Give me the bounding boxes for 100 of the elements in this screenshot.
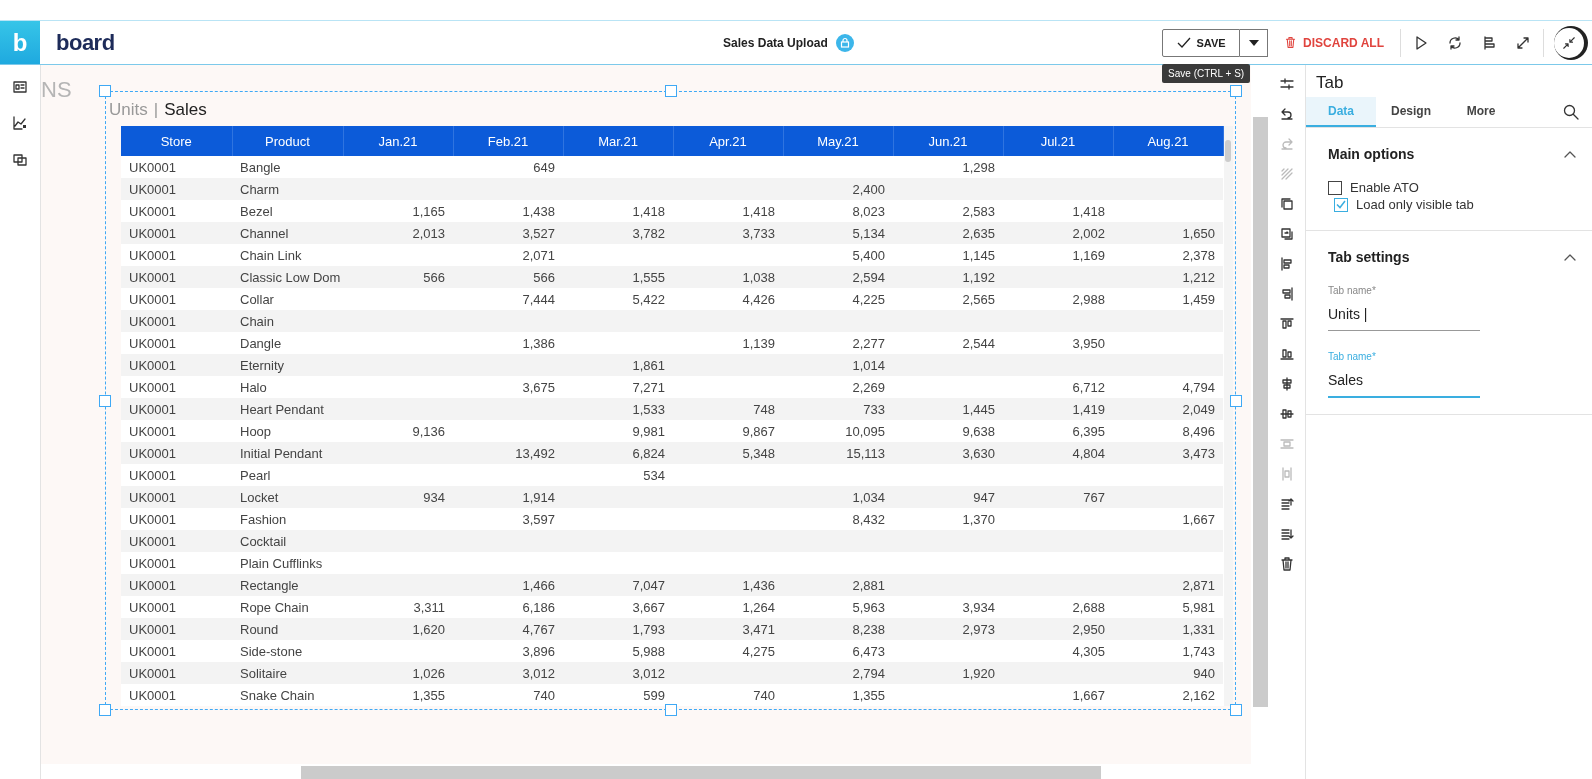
table-cell: 1,459	[1182, 291, 1215, 307]
table-cell: 1,014	[852, 357, 885, 373]
table-cell: 2,881	[852, 577, 885, 593]
widget-tab[interactable]: Sales	[164, 100, 207, 120]
table-cell: Fashion	[240, 511, 287, 527]
scrollbar-thumb[interactable]	[1225, 140, 1231, 162]
table-cell: 4,804	[1072, 445, 1105, 461]
table-cell: 1,026	[412, 665, 445, 681]
table-cell: 3,733	[742, 225, 775, 241]
table-cell: 9,981	[632, 423, 665, 439]
table-cell: 1,212	[1182, 269, 1215, 285]
table-cell: 1,533	[632, 401, 665, 417]
table-cell: Heart Pendant	[240, 401, 324, 417]
table-cell: 9,136	[412, 423, 445, 439]
table-cell: UK0001	[129, 489, 176, 505]
table-cell: 2,071	[522, 247, 555, 263]
panel-tab[interactable]: Design	[1376, 97, 1446, 127]
table-cell: 2,269	[852, 379, 885, 395]
section-title: Main options	[1328, 146, 1415, 162]
column-header[interactable]: Aug.21	[1113, 126, 1223, 156]
table-cell: 3,630	[962, 445, 995, 461]
checkbox-label: Load only visible tab	[1356, 197, 1474, 212]
collapse-button[interactable]	[1554, 27, 1584, 58]
column-header[interactable]: Product	[232, 126, 343, 156]
table-cell: UK0001	[129, 555, 176, 571]
section-title: Tab settings	[1328, 249, 1410, 265]
save-dropdown-button[interactable]	[1240, 28, 1269, 57]
search-icon[interactable]	[1562, 103, 1580, 121]
chevron-up-icon[interactable]	[1564, 150, 1576, 158]
table-cell: Eternity	[240, 357, 285, 373]
lock-icon	[835, 33, 854, 52]
table-cell: Bezel	[240, 203, 273, 219]
table-cell: 1,445	[962, 401, 995, 417]
table-cell: 1,418	[742, 203, 775, 219]
table-cell: 740	[533, 687, 555, 703]
table-cell: 8,238	[852, 621, 885, 637]
table-cell: 5,963	[852, 599, 885, 615]
table-cell: 748	[753, 401, 775, 417]
column-header[interactable]: Jun.21	[893, 126, 1003, 156]
table-cell: UK0001	[129, 401, 176, 417]
checkbox[interactable]	[1328, 180, 1342, 195]
table-cell: 2,635	[962, 225, 995, 241]
resize-handle[interactable]	[1230, 85, 1242, 97]
table-cell: 1,620	[412, 621, 445, 637]
resize-handle[interactable]	[99, 704, 111, 716]
resize-handle[interactable]	[664, 85, 677, 97]
scrollbar-thumb[interactable]	[301, 765, 1101, 779]
column-header[interactable]: Mar.21	[563, 126, 673, 156]
table-cell: 1,555	[632, 269, 665, 285]
table-cell: 767	[1083, 489, 1105, 505]
table-cell: 1,165	[412, 203, 445, 219]
column-header[interactable]: Jan.21	[343, 126, 453, 156]
table-cell: 3,597	[522, 511, 555, 527]
table-cell: 1,743	[1182, 643, 1215, 659]
field-label: Tab name*	[1328, 285, 1377, 296]
table-cell: 733	[863, 401, 885, 417]
resize-handle[interactable]	[1230, 394, 1242, 407]
column-header[interactable]: Jul.21	[1003, 126, 1113, 156]
discard-all-button[interactable]: DISCARD ALL	[1274, 35, 1394, 50]
table-cell: 1,331	[1182, 621, 1215, 637]
table-cell: 947	[973, 489, 995, 505]
table-cell: Round	[240, 621, 279, 637]
table-cell: 1,386	[522, 335, 555, 351]
save-button[interactable]: SAVE	[1162, 28, 1241, 57]
column-header[interactable]: Apr.21	[673, 126, 783, 156]
table-cell: 13,492	[515, 445, 555, 461]
resize-handle[interactable]	[664, 704, 677, 716]
table-cell: 4,426	[742, 291, 775, 307]
table-cell: 4,767	[522, 621, 555, 637]
table-cell: 3,950	[1072, 335, 1105, 351]
table-cell: UK0001	[129, 313, 176, 329]
chevron-up-icon[interactable]	[1564, 253, 1576, 261]
tab-separator: |	[153, 100, 159, 120]
table-cell: Locket	[240, 489, 279, 505]
table-cell: 1,355	[852, 687, 885, 703]
table-cell: 2,400	[852, 181, 885, 197]
resize-handle[interactable]	[1230, 704, 1242, 716]
table-cell: 2,565	[962, 291, 995, 307]
resize-handle[interactable]	[99, 85, 111, 97]
column-header[interactable]: May.21	[783, 126, 893, 156]
scrollbar-thumb[interactable]	[1252, 117, 1268, 707]
table-cell: 3,473	[1182, 445, 1215, 461]
table-cell: 7,047	[632, 577, 665, 593]
column-header[interactable]: Store	[121, 126, 232, 156]
table-cell: 740	[753, 687, 775, 703]
table-cell: 3,527	[522, 225, 555, 241]
table-cell: 5,422	[632, 291, 665, 307]
table-cell: 1,145	[962, 247, 995, 263]
table-cell: UK0001	[129, 621, 176, 637]
table-cell: Snake Chain	[240, 687, 315, 703]
table-cell: 8,432	[852, 511, 885, 527]
column-header[interactable]: Feb.21	[453, 126, 563, 156]
checkbox[interactable]	[1334, 197, 1348, 212]
table-cell: UK0001	[129, 687, 176, 703]
table-cell: 1,861	[632, 357, 665, 373]
resize-handle[interactable]	[99, 394, 111, 407]
caret-down-icon	[1248, 39, 1259, 46]
table-cell: UK0001	[129, 533, 176, 549]
panel-tab[interactable]: More	[1446, 97, 1516, 127]
collapse-icon	[1562, 35, 1576, 50]
